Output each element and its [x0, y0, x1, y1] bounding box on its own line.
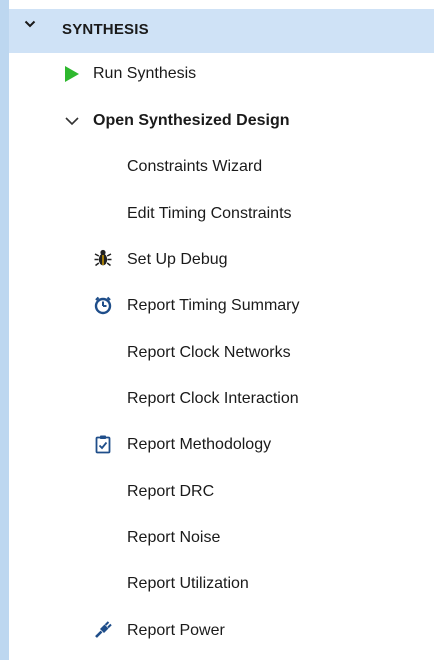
nav-item-report-noise[interactable]: Report Noise [127, 529, 220, 559]
nav-item-report-clock-interaction[interactable]: Report Clock Interaction [127, 390, 299, 420]
run-play-icon [65, 66, 79, 82]
power-plug-icon [95, 621, 112, 638]
nav-item-run-synthesis[interactable]: Run Synthesis [93, 65, 196, 95]
nav-item-label: Open Synthesized Design [93, 112, 290, 129]
nav-item-label: Run Synthesis [93, 65, 197, 82]
nav-item-label: Report Noise [127, 529, 221, 546]
nav-item-label: Report Utilization [127, 575, 249, 592]
nav-item-label: Edit Timing Constraints [127, 205, 292, 222]
nav-item-report-utilization[interactable]: Report Utilization [127, 575, 249, 605]
nav-item-report-drc[interactable]: Report DRC [127, 483, 214, 513]
nav-item-label: Report Methodology [127, 436, 272, 453]
nav-item-label: Report Clock Interaction [127, 390, 299, 407]
debug-bug-icon [94, 249, 112, 267]
section-title: SYNTHESIS [62, 21, 149, 38]
nav-item-label: Report Power [127, 622, 225, 639]
nav-item-constraints-wizard[interactable]: Constraints Wizard [127, 158, 262, 188]
nav-item-label: Constraints Wizard [127, 158, 263, 175]
nav-item-label: Report Clock Networks [127, 344, 291, 361]
nav-item-report-timing-summary[interactable]: Report Timing Summary [127, 297, 300, 327]
nav-item-label: Report Timing Summary [127, 297, 300, 314]
nav-item-edit-timing-constraints[interactable]: Edit Timing Constraints [127, 205, 292, 235]
stopwatch-icon [94, 296, 112, 315]
nav-item-label: Set Up Debug [127, 251, 228, 268]
nav-item-report-methodology[interactable]: Report Methodology [127, 436, 271, 466]
nav-item-report-power[interactable]: Report Power [127, 622, 225, 652]
nav-item-set-up-debug[interactable]: Set Up Debug [127, 251, 228, 281]
clipboard-check-icon [95, 435, 111, 454]
nav-item-report-clock-networks[interactable]: Report Clock Networks [127, 344, 291, 374]
left-edge-strip [0, 0, 9, 660]
flow-navigator-panel: SYNTHESIS Run Synthesis Open Synthesized… [0, 0, 434, 660]
chevron-down-icon[interactable] [24, 18, 36, 30]
nav-item-open-synthesized-design[interactable]: Open Synthesized Design [93, 112, 289, 142]
chevron-down-icon[interactable] [62, 111, 82, 131]
nav-item-label: Report DRC [127, 483, 215, 500]
